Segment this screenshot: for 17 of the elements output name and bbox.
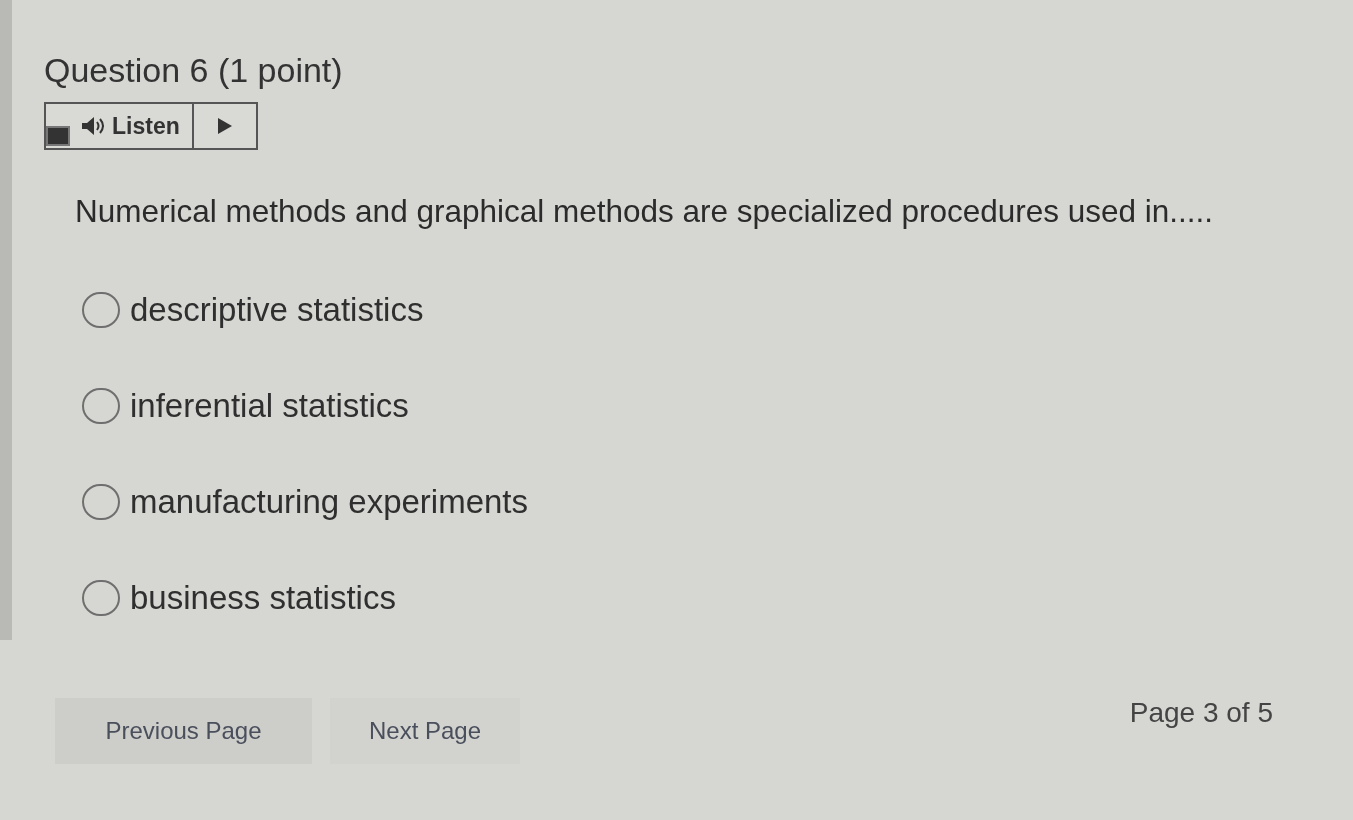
radio-button[interactable] <box>82 580 120 616</box>
square-icon <box>46 126 70 146</box>
radio-button[interactable] <box>82 388 120 424</box>
radio-button[interactable] <box>82 292 120 328</box>
option-label: descriptive statistics <box>130 290 424 330</box>
option-label: business statistics <box>130 578 396 618</box>
play-icon <box>217 118 232 134</box>
question-title: Question 6 (1 point) <box>44 50 343 90</box>
previous-page-button[interactable]: Previous Page <box>55 698 312 764</box>
next-page-button[interactable]: Next Page <box>330 698 520 764</box>
speaker-icon <box>80 116 106 136</box>
radio-button[interactable] <box>82 484 120 520</box>
option-label: manufacturing experiments <box>130 482 529 522</box>
question-prompt: Numerical methods and graphical methods are specialized procedures used in..... <box>75 192 1214 231</box>
listen-button[interactable]: Listen <box>70 104 194 148</box>
option-label: inferential statistics <box>130 386 409 426</box>
page-indicator: Page 3 of 5 <box>1129 696 1273 730</box>
